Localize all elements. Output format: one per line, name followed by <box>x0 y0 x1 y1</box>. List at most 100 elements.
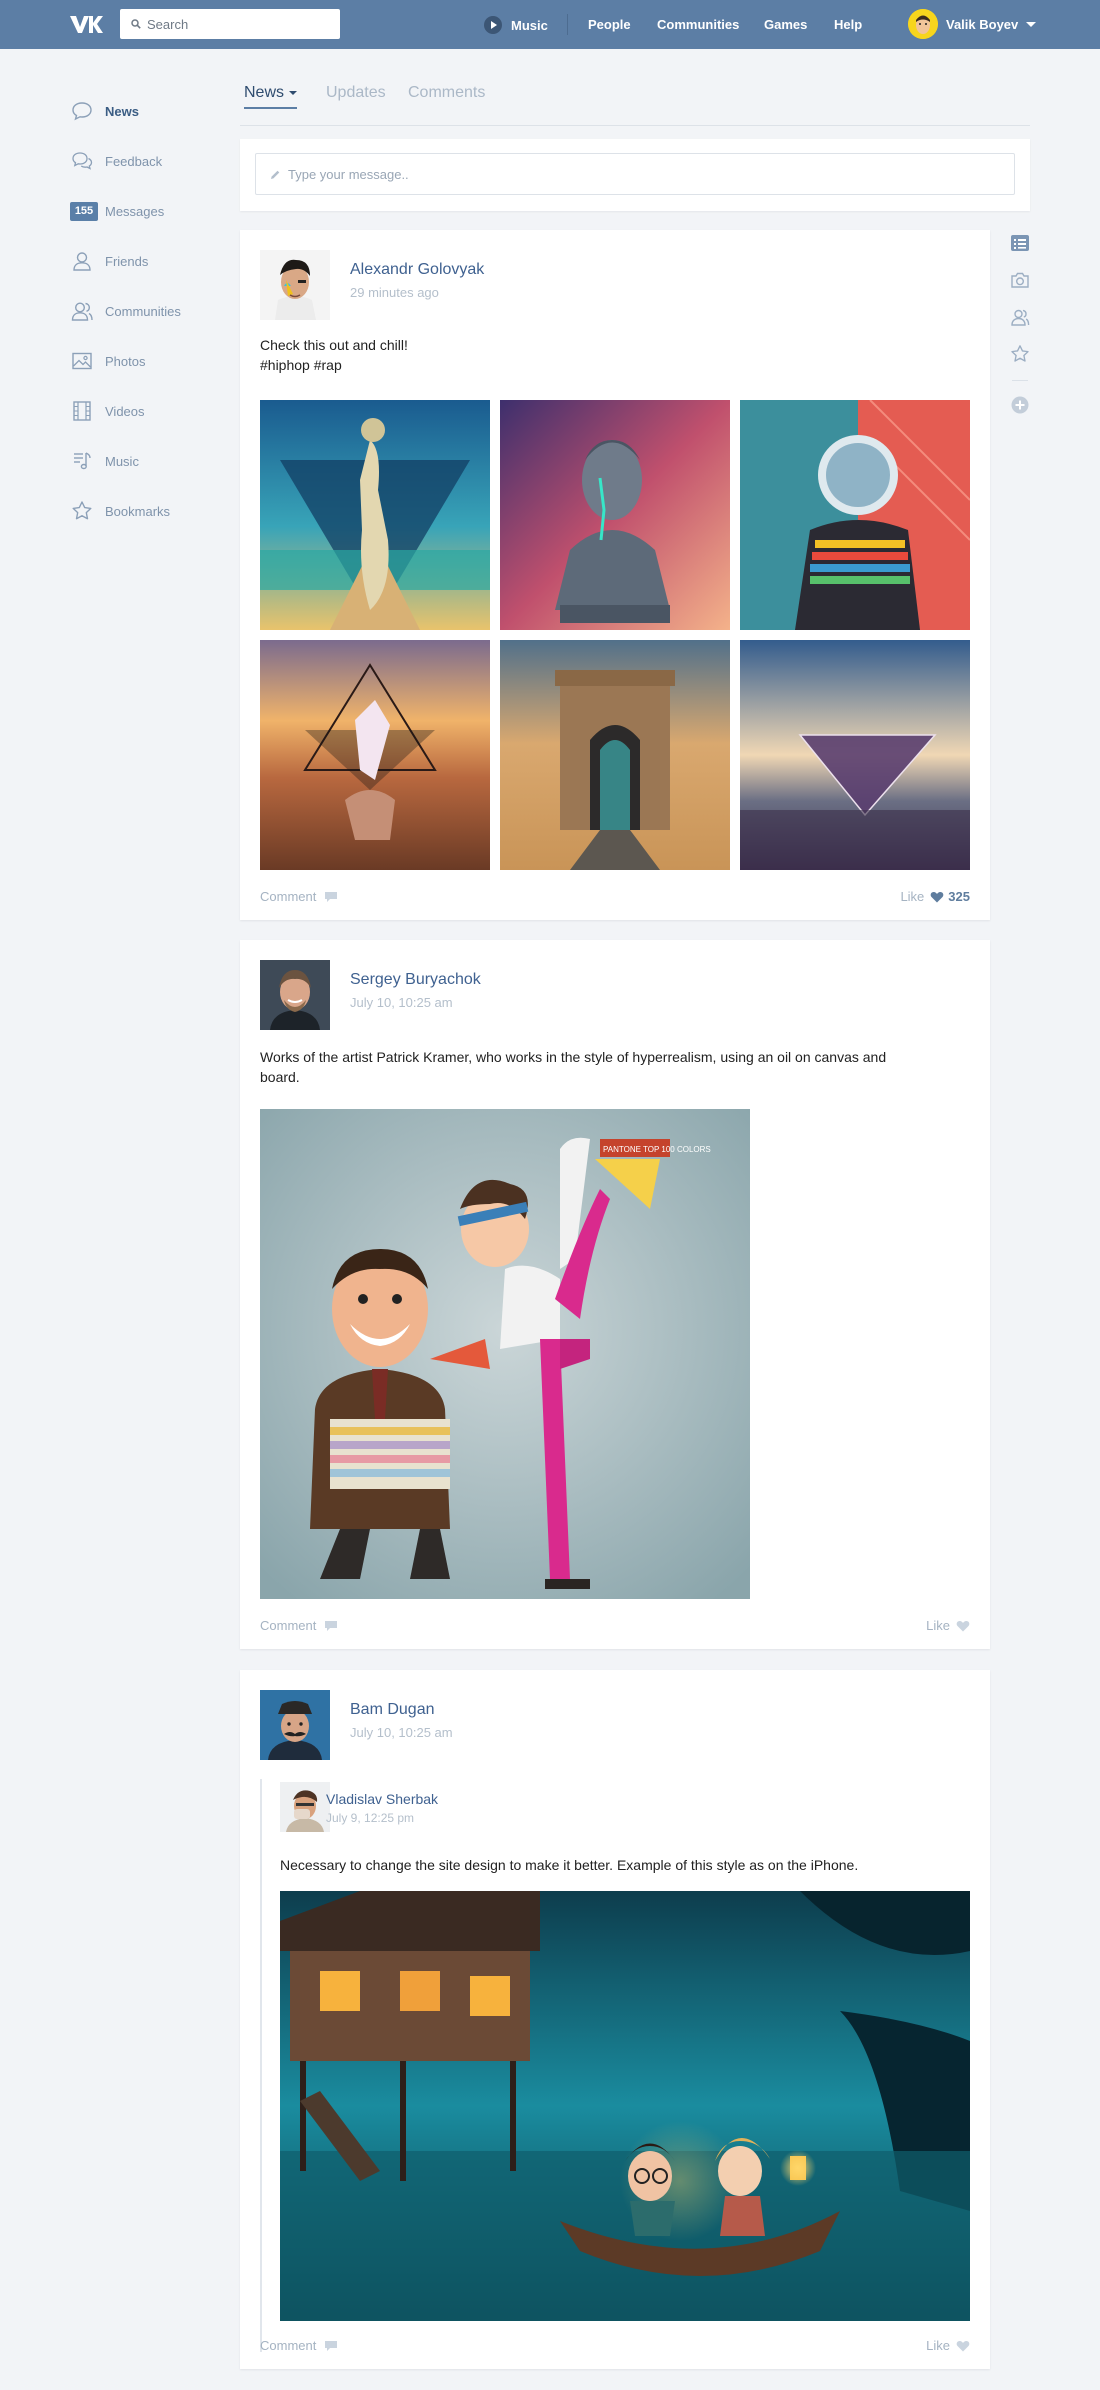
post-author[interactable]: Alexandr Golovyak <box>350 261 484 279</box>
sidebar-item-label: Messages <box>105 203 165 219</box>
post-author[interactable]: Sergey Buryachok <box>350 971 481 989</box>
sidebar-item-feedback[interactable]: Feedback <box>70 136 240 186</box>
film-icon <box>70 399 94 423</box>
add-filter-button[interactable] <box>1009 394 1031 416</box>
search-icon <box>131 19 141 29</box>
feed-tabs: News Updates Comments <box>240 84 1030 126</box>
chat-bubbles-icon <box>70 149 94 173</box>
sidebar-item-messages[interactable]: 155 Messages <box>70 186 240 236</box>
sidebar-item-friends[interactable]: Friends <box>70 236 240 286</box>
author-avatar[interactable] <box>260 960 330 1030</box>
feed-tools <box>1009 232 1033 431</box>
message-input[interactable] <box>288 154 1008 194</box>
friends-filter-button[interactable] <box>1009 306 1031 328</box>
nav-music[interactable]: Music <box>484 15 548 35</box>
tab-updates[interactable]: Updates <box>326 84 386 102</box>
pencil-icon <box>271 170 280 179</box>
post-text: Check this out and chill! <box>260 337 408 353</box>
search-box[interactable] <box>120 9 340 39</box>
post-text-line: board. <box>260 1069 300 1085</box>
post-card: Sergey Buryachok July 10, 10:25 am Works… <box>240 940 990 1649</box>
comment-label: Comment <box>260 1618 317 1633</box>
comment-button[interactable]: Comment <box>260 1618 338 1633</box>
post-time[interactable]: July 10, 10:25 am <box>350 995 453 1010</box>
repost-text: Necessary to change the site design to m… <box>280 1857 859 1873</box>
tab-label: News <box>244 84 285 101</box>
sidebar-item-photos[interactable]: Photos <box>70 336 240 386</box>
people-icon <box>1011 309 1030 326</box>
vk-logo[interactable] <box>68 13 104 35</box>
star-icon <box>1011 345 1029 362</box>
post-image[interactable] <box>260 640 490 870</box>
post-hashtags[interactable]: #hiphop #rap <box>260 355 342 375</box>
sidebar-item-label: Communities <box>105 303 181 319</box>
sidebar-item-label: Friends <box>105 253 149 269</box>
sidebar-item-label: Photos <box>105 353 146 369</box>
author-avatar[interactable] <box>260 1690 330 1760</box>
comment-button[interactable]: Comment <box>260 2338 338 2353</box>
like-button[interactable]: Like <box>926 2338 970 2353</box>
nav-divider <box>567 14 568 35</box>
repost-author[interactable]: Vladislav Sherbak <box>326 1791 438 1807</box>
sidebar-item-videos[interactable]: Videos <box>70 386 240 436</box>
nav-communities[interactable]: Communities <box>657 17 739 32</box>
nav-help[interactable]: Help <box>834 17 862 32</box>
message-field[interactable] <box>255 153 1015 195</box>
repost-time[interactable]: July 9, 12:25 pm <box>326 1811 414 1825</box>
user-avatar <box>908 9 938 39</box>
like-button[interactable]: Like <box>926 1618 970 1633</box>
nav-people[interactable]: People <box>588 17 631 32</box>
post-text-line: Works of the artist Patrick Kramer, who … <box>260 1049 887 1065</box>
post-time[interactable]: 29 minutes ago <box>350 285 439 300</box>
like-label: Like <box>900 889 925 904</box>
post-card: Bam Dugan July 10, 10:25 am Vladislav Sh… <box>240 1670 990 2369</box>
post-image[interactable]: PANTONE TOP 100 COLORS <box>260 1109 750 1599</box>
post-image[interactable] <box>500 400 730 630</box>
post-image[interactable] <box>740 400 970 630</box>
comment-icon <box>325 2340 338 2351</box>
user-menu[interactable]: Valik Boyev <box>908 8 1037 40</box>
post-image[interactable] <box>280 1891 970 2321</box>
post-image[interactable] <box>260 400 490 630</box>
search-input[interactable] <box>147 9 333 39</box>
reposted-post: Vladislav Sherbak July 9, 12:25 pm Neces… <box>260 1779 970 2352</box>
user-name: Valik Boyev <box>946 16 1019 32</box>
repost-author-avatar[interactable] <box>280 1782 330 1832</box>
author-avatar[interactable] <box>260 250 330 320</box>
post-image[interactable] <box>740 640 970 870</box>
message-composer <box>240 139 1030 211</box>
nav-games[interactable]: Games <box>764 17 807 32</box>
post-author[interactable]: Bam Dugan <box>350 1701 435 1719</box>
sidebar-item-bookmarks[interactable]: Bookmarks <box>70 486 240 536</box>
star-icon <box>70 499 94 523</box>
post-image[interactable] <box>500 640 730 870</box>
post-card: Alexandr Golovyak 29 minutes ago Check t… <box>240 230 990 920</box>
sidebar-item-news[interactable]: News <box>70 86 240 136</box>
tab-comments[interactable]: Comments <box>408 84 485 102</box>
heart-icon <box>956 2340 970 2351</box>
post-time[interactable]: July 10, 10:25 am <box>350 1725 453 1740</box>
sidebar-item-music[interactable]: Music <box>70 436 240 486</box>
play-icon[interactable] <box>484 16 502 34</box>
sidebar-item-communities[interactable]: Communities <box>70 286 240 336</box>
messages-count-badge: 155 <box>70 201 98 221</box>
camera-icon <box>1011 272 1029 288</box>
people-icon <box>70 299 94 323</box>
list-view-button[interactable] <box>1009 232 1031 254</box>
comment-button[interactable]: Comment <box>260 889 338 904</box>
heart-icon <box>930 891 944 902</box>
sidebar-item-label: Music <box>105 453 139 469</box>
card-text: PANTONE TOP 100 COLORS <box>603 1145 711 1154</box>
like-count: 325 <box>948 889 970 904</box>
like-label: Like <box>926 2338 950 2353</box>
tab-news[interactable]: News <box>244 84 298 109</box>
comment-label: Comment <box>260 2338 317 2353</box>
photos-filter-button[interactable] <box>1009 269 1031 291</box>
chevron-down-icon <box>1026 21 1037 27</box>
like-button[interactable]: Like 325 <box>900 889 970 904</box>
bookmarks-filter-button[interactable] <box>1009 343 1031 365</box>
nav-music-label: Music <box>511 17 548 33</box>
chat-bubble-icon <box>70 99 94 123</box>
sidebar: News Feedback 155 Messages Friends Commu… <box>70 86 240 536</box>
like-label: Like <box>926 1618 950 1633</box>
